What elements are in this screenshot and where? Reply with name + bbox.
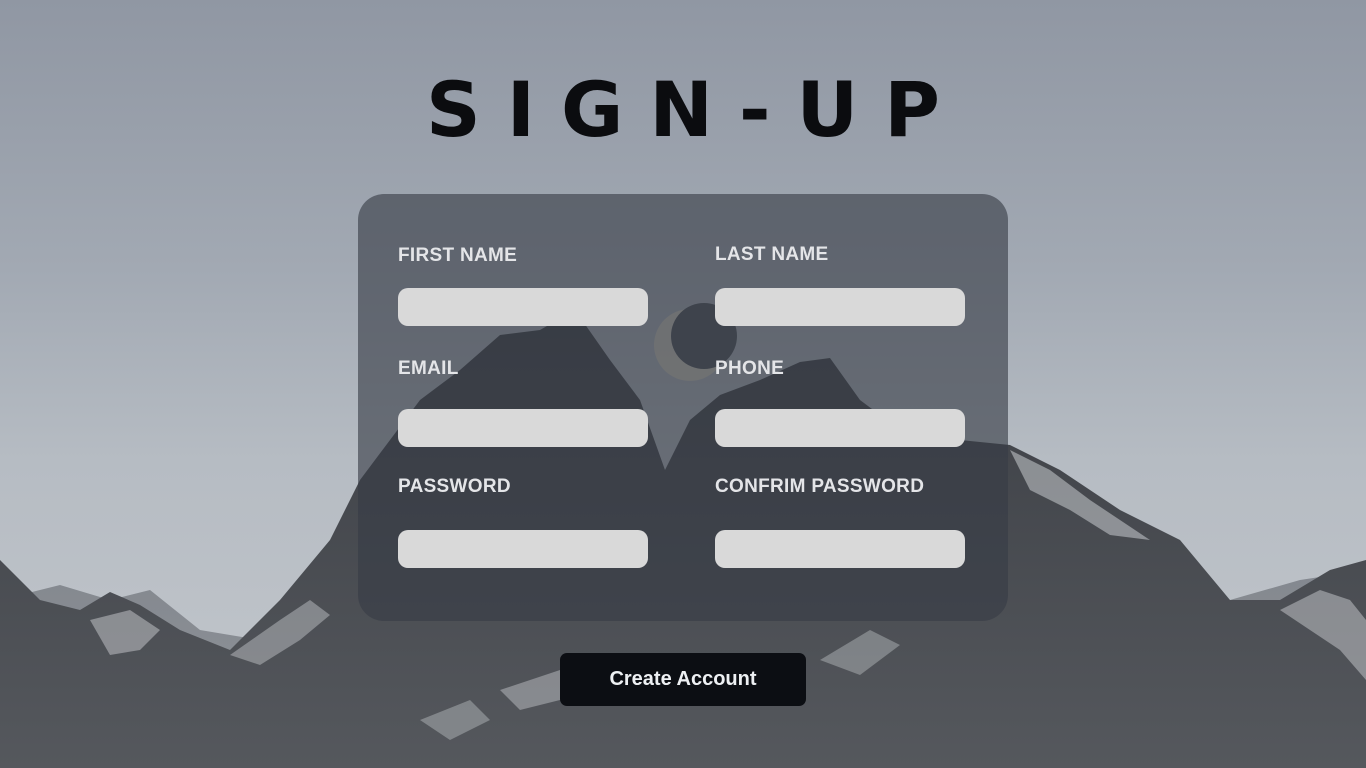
- create-account-button[interactable]: Create Account: [560, 653, 806, 706]
- page-title: SIGN-UP: [426, 65, 966, 154]
- phone-label: PHONE: [715, 358, 785, 379]
- first-name-label: FIRST NAME: [398, 245, 518, 266]
- confirm-password-input[interactable]: [715, 530, 965, 568]
- password-input[interactable]: [398, 530, 648, 568]
- email-label: EMAIL: [398, 358, 459, 379]
- signup-form: FIRST NAME LAST NAME EMAIL PHONE PASSWOR…: [358, 194, 1008, 621]
- email-input[interactable]: [398, 409, 648, 447]
- confirm-password-label: CONFRIM PASSWORD: [715, 476, 925, 497]
- last-name-input[interactable]: [715, 288, 965, 326]
- password-label: PASSWORD: [398, 476, 511, 497]
- first-name-input[interactable]: [398, 288, 648, 326]
- last-name-label: LAST NAME: [715, 244, 829, 265]
- phone-input[interactable]: [715, 409, 965, 447]
